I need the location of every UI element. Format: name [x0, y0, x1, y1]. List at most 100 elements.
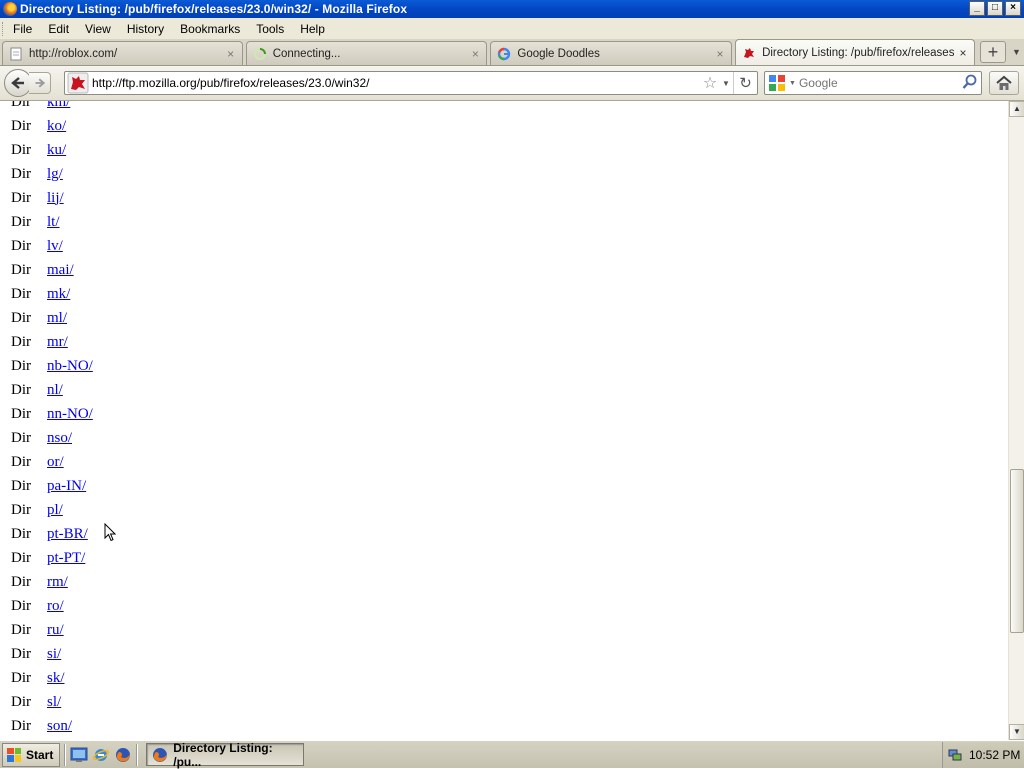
- tab-bar: http://roblox.com/ × Connecting... × Goo…: [0, 39, 1024, 66]
- vertical-scrollbar[interactable]: ▲ ▼: [1008, 101, 1024, 740]
- listing-row: Dir or/: [11, 450, 93, 474]
- listing-row: Dir ku/: [11, 138, 93, 162]
- listing-row: Dir nn-NO/: [11, 402, 93, 426]
- menu-edit[interactable]: Edit: [40, 22, 77, 36]
- listing-row: Dir pl/: [11, 498, 93, 522]
- firefox-quicklaunch-icon[interactable]: [114, 746, 132, 764]
- directory-link[interactable]: nso/: [47, 430, 72, 447]
- url-bar[interactable]: ☆ ▼ ↻: [64, 71, 758, 95]
- directory-link[interactable]: nl/: [47, 382, 63, 399]
- directory-link[interactable]: sk/: [47, 670, 65, 687]
- new-tab-button[interactable]: +: [980, 41, 1007, 63]
- back-button[interactable]: [4, 69, 32, 97]
- directory-link[interactable]: ru/: [47, 622, 64, 639]
- entry-type: Dir: [11, 429, 31, 446]
- directory-link[interactable]: mai/: [47, 262, 74, 279]
- reload-icon[interactable]: ↻: [733, 72, 757, 94]
- search-engine-dropdown-icon[interactable]: ▼: [789, 80, 796, 87]
- directory-link[interactable]: pt-PT/: [47, 550, 85, 567]
- show-desktop-icon[interactable]: [70, 746, 88, 764]
- forward-button[interactable]: [29, 72, 51, 94]
- menu-help[interactable]: Help: [292, 22, 333, 36]
- menu-file[interactable]: File: [5, 22, 40, 36]
- entry-type: Dir: [11, 285, 31, 302]
- window-titlebar[interactable]: Directory Listing: /pub/firefox/releases…: [0, 0, 1024, 18]
- tab-google-doodles[interactable]: Google Doodles ×: [490, 41, 733, 65]
- url-input[interactable]: [92, 76, 701, 90]
- home-button[interactable]: [989, 71, 1019, 95]
- url-history-dropdown-icon[interactable]: ▼: [719, 79, 733, 88]
- system-tray: 10:52 PM: [942, 742, 1024, 768]
- tab-connecting[interactable]: Connecting... ×: [245, 41, 488, 65]
- listing-row: Dir nb-NO/: [11, 354, 93, 378]
- listing-row: Dir nso/: [11, 426, 93, 450]
- tab-close-icon[interactable]: ×: [470, 47, 480, 61]
- listing-row: Dir lg/: [11, 162, 93, 186]
- entry-type: Dir: [11, 381, 31, 398]
- listing-row: Dir ru/: [11, 618, 93, 642]
- menu-view[interactable]: View: [77, 22, 119, 36]
- directory-link[interactable]: mk/: [47, 286, 70, 303]
- close-window-button[interactable]: ×: [1005, 1, 1021, 16]
- taskbar-separator: [64, 743, 67, 766]
- start-label: Start: [26, 747, 54, 762]
- directory-link[interactable]: mr/: [47, 334, 68, 351]
- tab-label: Google Doodles: [517, 47, 600, 60]
- directory-link[interactable]: pa-IN/: [47, 478, 86, 495]
- minimize-button[interactable]: _: [969, 1, 985, 16]
- directory-link[interactable]: lij/: [47, 190, 64, 207]
- start-button[interactable]: Start: [2, 742, 61, 767]
- entry-type: Dir: [11, 669, 31, 686]
- home-icon: [996, 75, 1012, 90]
- page-content[interactable]: Dir km/Dir ko/Dir ku/Dir lg/Dir lij/Dir lt/Dir…: [0, 101, 1008, 740]
- scroll-down-button[interactable]: ▼: [1009, 724, 1024, 740]
- directory-link[interactable]: lt/: [47, 214, 60, 231]
- bookmark-star-icon[interactable]: ☆: [701, 73, 719, 93]
- directory-link[interactable]: km/: [47, 101, 70, 111]
- scroll-up-button[interactable]: ▲: [1009, 101, 1024, 117]
- directory-link[interactable]: son/: [47, 718, 72, 735]
- tab-close-icon[interactable]: ×: [226, 47, 236, 61]
- tab-close-icon[interactable]: ×: [715, 47, 725, 61]
- directory-link[interactable]: nn-NO/: [47, 406, 93, 423]
- directory-link[interactable]: ko/: [47, 118, 66, 135]
- menu-tools[interactable]: Tools: [248, 22, 292, 36]
- search-icon[interactable]: [959, 74, 981, 93]
- mouse-pointer-icon: [104, 523, 116, 542]
- google-search-engine-icon[interactable]: [768, 74, 786, 92]
- quick-launch: [70, 746, 132, 764]
- maximize-button[interactable]: □: [987, 1, 1003, 16]
- tab-roblox[interactable]: http://roblox.com/ ×: [2, 41, 243, 65]
- directory-link[interactable]: or/: [47, 454, 64, 471]
- directory-link[interactable]: ku/: [47, 142, 66, 159]
- page-icon: [10, 47, 22, 60]
- listing-row: Dir pt-BR/: [11, 522, 93, 546]
- entry-type: Dir: [11, 621, 31, 638]
- internet-explorer-icon[interactable]: [92, 746, 110, 764]
- tab-close-icon[interactable]: ×: [958, 46, 968, 60]
- network-status-icon[interactable]: [947, 747, 963, 763]
- directory-link[interactable]: lg/: [47, 166, 63, 183]
- directory-link[interactable]: lv/: [47, 238, 63, 255]
- listing-row: Dir lt/: [11, 210, 93, 234]
- scrollbar-thumb[interactable]: [1010, 469, 1024, 633]
- list-all-tabs-icon[interactable]: ▼: [1012, 41, 1024, 63]
- directory-link[interactable]: ml/: [47, 310, 67, 327]
- directory-link[interactable]: rm/: [47, 574, 68, 591]
- entry-type: Dir: [11, 549, 31, 566]
- search-input[interactable]: [798, 76, 959, 90]
- listing-row: Dir pa-IN/: [11, 474, 93, 498]
- directory-link[interactable]: si/: [47, 646, 61, 663]
- menu-bookmarks[interactable]: Bookmarks: [172, 22, 248, 36]
- tab-directory-listing[interactable]: Directory Listing: /pub/firefox/releases…: [735, 39, 976, 65]
- directory-link[interactable]: sl/: [47, 694, 61, 711]
- search-bar[interactable]: ▼: [764, 71, 982, 95]
- clock[interactable]: 10:52 PM: [969, 748, 1020, 762]
- directory-link[interactable]: pt-BR/: [47, 526, 88, 543]
- site-identity-icon[interactable]: [67, 72, 89, 94]
- directory-link[interactable]: nb-NO/: [47, 358, 93, 375]
- menu-history[interactable]: History: [119, 22, 172, 36]
- directory-link[interactable]: ro/: [47, 598, 64, 615]
- taskbar-firefox-window[interactable]: Directory Listing: /pu...: [146, 741, 305, 769]
- directory-link[interactable]: pl/: [47, 502, 63, 519]
